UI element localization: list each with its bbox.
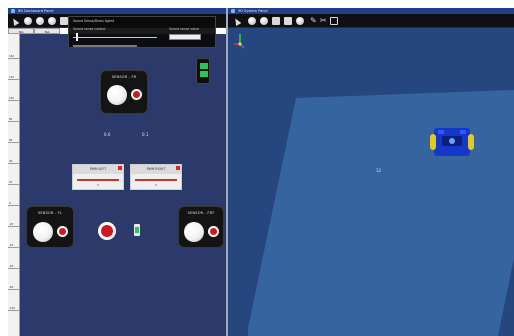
sound-sense-dialog[interactable]: Sound Sense/Dress Agent Sound sense cont… (68, 16, 216, 48)
red-led-icon (210, 228, 217, 235)
ruler-tick-label: -80 (9, 286, 14, 289)
window-icon (11, 9, 15, 13)
ruler-tick: 100 (8, 97, 20, 101)
sound-slider-knob[interactable] (76, 33, 78, 41)
battery-cell (200, 71, 208, 77)
ruler-tick: 140 (8, 55, 20, 59)
ruler-tick: -100 (8, 307, 20, 311)
scissors-icon[interactable]: ✂ (320, 17, 328, 25)
sensor-top-button[interactable] (107, 85, 127, 105)
ruler-tick-label: 60 (9, 139, 13, 142)
divider-icon (232, 16, 240, 24)
ruler-tick-label: -100 (9, 307, 15, 310)
sound-slider-track[interactable] (73, 37, 157, 38)
dashboard-canvas[interactable]: SENSOR - FR 0.0 0.1 PWM LEFT 0 PWM RIGHT… (20, 34, 226, 336)
sensor-left-button[interactable] (33, 222, 53, 242)
dialog-title: Sound Sense/Dress Agent (73, 19, 115, 23)
right-toolbar: ✎ ✂ (228, 14, 514, 28)
ruler-tick: -80 (8, 286, 20, 290)
ruler-tick: -40 (8, 244, 20, 248)
save-icon[interactable] (272, 17, 280, 25)
sensor-left-led (57, 226, 68, 237)
pointer-icon[interactable] (10, 16, 20, 27)
light-icon[interactable] (296, 17, 304, 25)
view-front-icon[interactable] (248, 17, 256, 25)
sensor-top-label: SENSOR - FR (111, 75, 137, 79)
record-icon[interactable] (48, 17, 56, 25)
red-led-icon (133, 91, 140, 98)
red-led-icon (101, 225, 113, 237)
ruler-tick: 0 (8, 202, 20, 206)
sensor-right-led (208, 226, 219, 237)
center-red-button[interactable] (98, 222, 116, 240)
sensor-right-label: SENSOR - FRT (187, 211, 215, 215)
close-icon[interactable] (176, 166, 180, 170)
ruler-tick-label: 80 (9, 118, 13, 121)
ruler-tick: 40 (8, 160, 20, 164)
pwm-right-value: 0 (155, 183, 157, 187)
ruler-tick-label: 120 (9, 76, 14, 79)
value-right-readout: 0.1 (142, 132, 149, 137)
right-window-title: 3D System Panel (238, 9, 268, 13)
left-window-title: 6N Dashboard Panel (18, 9, 54, 13)
sensor-left-label: SENSOR - FL (37, 211, 63, 215)
pwm-right-widget[interactable]: PWM RIGHT 0 (130, 164, 182, 190)
window-icon (231, 9, 235, 13)
pwm-left-bar (77, 179, 119, 181)
ruler-tick: -20 (8, 223, 20, 227)
ruler-tick: 60 (8, 139, 20, 143)
ruler-tick-label: 140 (9, 55, 14, 58)
battery-cell (200, 63, 208, 69)
secondary-slider-track[interactable] (73, 45, 137, 47)
pwm-left-widget[interactable]: PWM LEFT 0 (72, 164, 124, 190)
ruler-tick-label: -40 (9, 244, 14, 247)
green-led-icon (135, 227, 139, 233)
sensor-right-button[interactable] (184, 222, 204, 242)
ruler-tick-label: -20 (9, 223, 14, 226)
ruler-tick-label: 40 (9, 160, 13, 163)
sound-value-label: Sound sense value (169, 27, 200, 31)
ruler-tick-label: 0 (9, 202, 11, 205)
ruler-tick: 20 (8, 181, 20, 185)
zoom-icon[interactable] (36, 17, 44, 25)
camera-icon[interactable] (284, 17, 292, 25)
axes-gizmo-icon (234, 34, 245, 49)
small-green-indicator (134, 224, 140, 236)
sound-control-label: Sound sense control (73, 27, 106, 31)
ruler-tick: 80 (8, 118, 20, 122)
vertical-ruler: 140 120 100 80 60 40 20 0 -20 -40 -60 -80 -100 (8, 34, 20, 336)
sound-value-field[interactable] (169, 34, 201, 40)
camera-icon[interactable] (60, 17, 68, 25)
export-icon[interactable] (330, 17, 338, 25)
sensor-panel-left: SENSOR - FL (26, 206, 74, 248)
battery-indicator (196, 58, 210, 84)
ruler-tick: -60 (8, 265, 20, 269)
ruler-tick-label: -60 (9, 265, 14, 268)
pwm-left-title: PWM LEFT (73, 165, 123, 174)
red-led-icon (59, 228, 66, 235)
sensor-panel-right: SENSOR - FRT (178, 206, 224, 248)
ruler-tick-label: 100 (9, 97, 14, 100)
robot-icon[interactable] (430, 124, 474, 160)
view-top-icon[interactable] (260, 17, 268, 25)
pwm-right-bar (135, 179, 177, 181)
floor-plane (248, 90, 514, 336)
pwm-left-value: 0 (97, 183, 99, 187)
3d-viewport[interactable]: 12 (228, 28, 514, 336)
scene-coordinate-label: 12 (376, 168, 382, 173)
sensor-panel-top: SENSOR - FR (100, 70, 148, 114)
wrench-icon[interactable]: ✎ (310, 17, 318, 25)
ruler-tick: 120 (8, 76, 20, 80)
value-left-readout: 0.0 (104, 132, 111, 137)
pwm-right-title: PWM RIGHT (131, 165, 181, 174)
sensor-top-led (131, 89, 142, 100)
ruler-tick-label: 20 (9, 181, 13, 184)
close-icon[interactable] (118, 166, 122, 170)
rotate-icon[interactable] (24, 17, 32, 25)
